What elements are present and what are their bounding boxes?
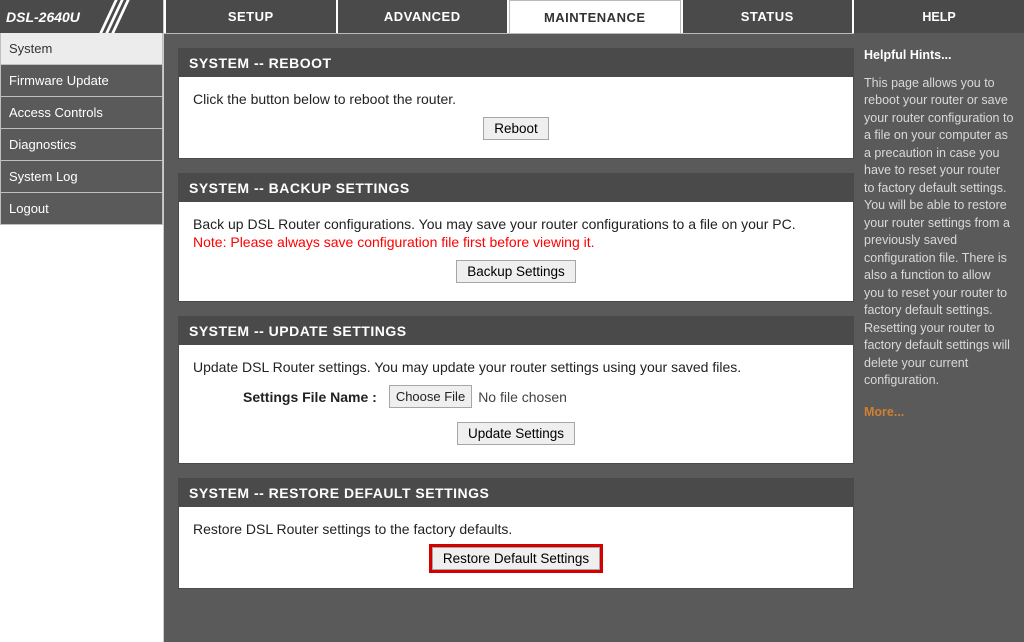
restore-button[interactable]: Restore Default Settings	[432, 547, 600, 570]
tab-status[interactable]: STATUS	[683, 0, 853, 33]
brand-bar: DSL-2640U	[0, 0, 163, 33]
backup-button[interactable]: Backup Settings	[456, 260, 576, 283]
sidebar-item-access[interactable]: Access Controls	[0, 97, 163, 129]
panel-update: SYSTEM -- UPDATE SETTINGS Update DSL Rou…	[178, 316, 854, 464]
sidebar-item-logout[interactable]: Logout	[0, 193, 163, 225]
brand-stripes	[107, 0, 161, 33]
panel-reboot-title: SYSTEM -- REBOOT	[179, 49, 853, 77]
update-button[interactable]: Update Settings	[457, 422, 575, 445]
sidebar-item-system[interactable]: System	[0, 33, 163, 65]
help-panel: Helpful Hints... This page allows you to…	[854, 33, 1024, 435]
tab-help[interactable]: HELP	[854, 0, 1024, 33]
panel-update-title: SYSTEM -- UPDATE SETTINGS	[179, 317, 853, 345]
reboot-button[interactable]: Reboot	[483, 117, 549, 140]
panel-restore-title: SYSTEM -- RESTORE DEFAULT SETTINGS	[179, 479, 853, 507]
sidebar-item-firmware[interactable]: Firmware Update	[0, 65, 163, 97]
sidebar-item-diagnostics[interactable]: Diagnostics	[0, 129, 163, 161]
panel-reboot: SYSTEM -- REBOOT Click the button below …	[178, 48, 854, 159]
panel-backup: SYSTEM -- BACKUP SETTINGS Back up DSL Ro…	[178, 173, 854, 302]
update-text: Update DSL Router settings. You may upda…	[193, 359, 839, 375]
main-content: SYSTEM -- REBOOT Click the button below …	[178, 34, 854, 642]
panel-backup-title: SYSTEM -- BACKUP SETTINGS	[179, 174, 853, 202]
gutter	[164, 34, 178, 642]
backup-text: Back up DSL Router configurations. You m…	[193, 216, 839, 232]
tab-maintenance[interactable]: MAINTENANCE	[509, 0, 681, 33]
backup-note: Note: Please always save configuration f…	[193, 234, 839, 250]
tab-advanced[interactable]: ADVANCED	[338, 0, 508, 33]
tab-setup[interactable]: SETUP	[166, 0, 336, 33]
file-label: Settings File Name :	[243, 389, 377, 405]
help-text: This page allows you to reboot your rout…	[864, 75, 1014, 390]
panel-restore: SYSTEM -- RESTORE DEFAULT SETTINGS Resto…	[178, 478, 854, 589]
brand-model: DSL-2640U	[6, 9, 80, 25]
choose-file-button[interactable]: Choose File	[389, 385, 472, 408]
file-status: No file chosen	[478, 389, 567, 405]
restore-text: Restore DSL Router settings to the facto…	[193, 521, 839, 537]
help-more-link[interactable]: More...	[864, 404, 904, 422]
help-title: Helpful Hints...	[864, 47, 1014, 65]
reboot-text: Click the button below to reboot the rou…	[193, 91, 839, 107]
sidebar-item-syslog[interactable]: System Log	[0, 161, 163, 193]
